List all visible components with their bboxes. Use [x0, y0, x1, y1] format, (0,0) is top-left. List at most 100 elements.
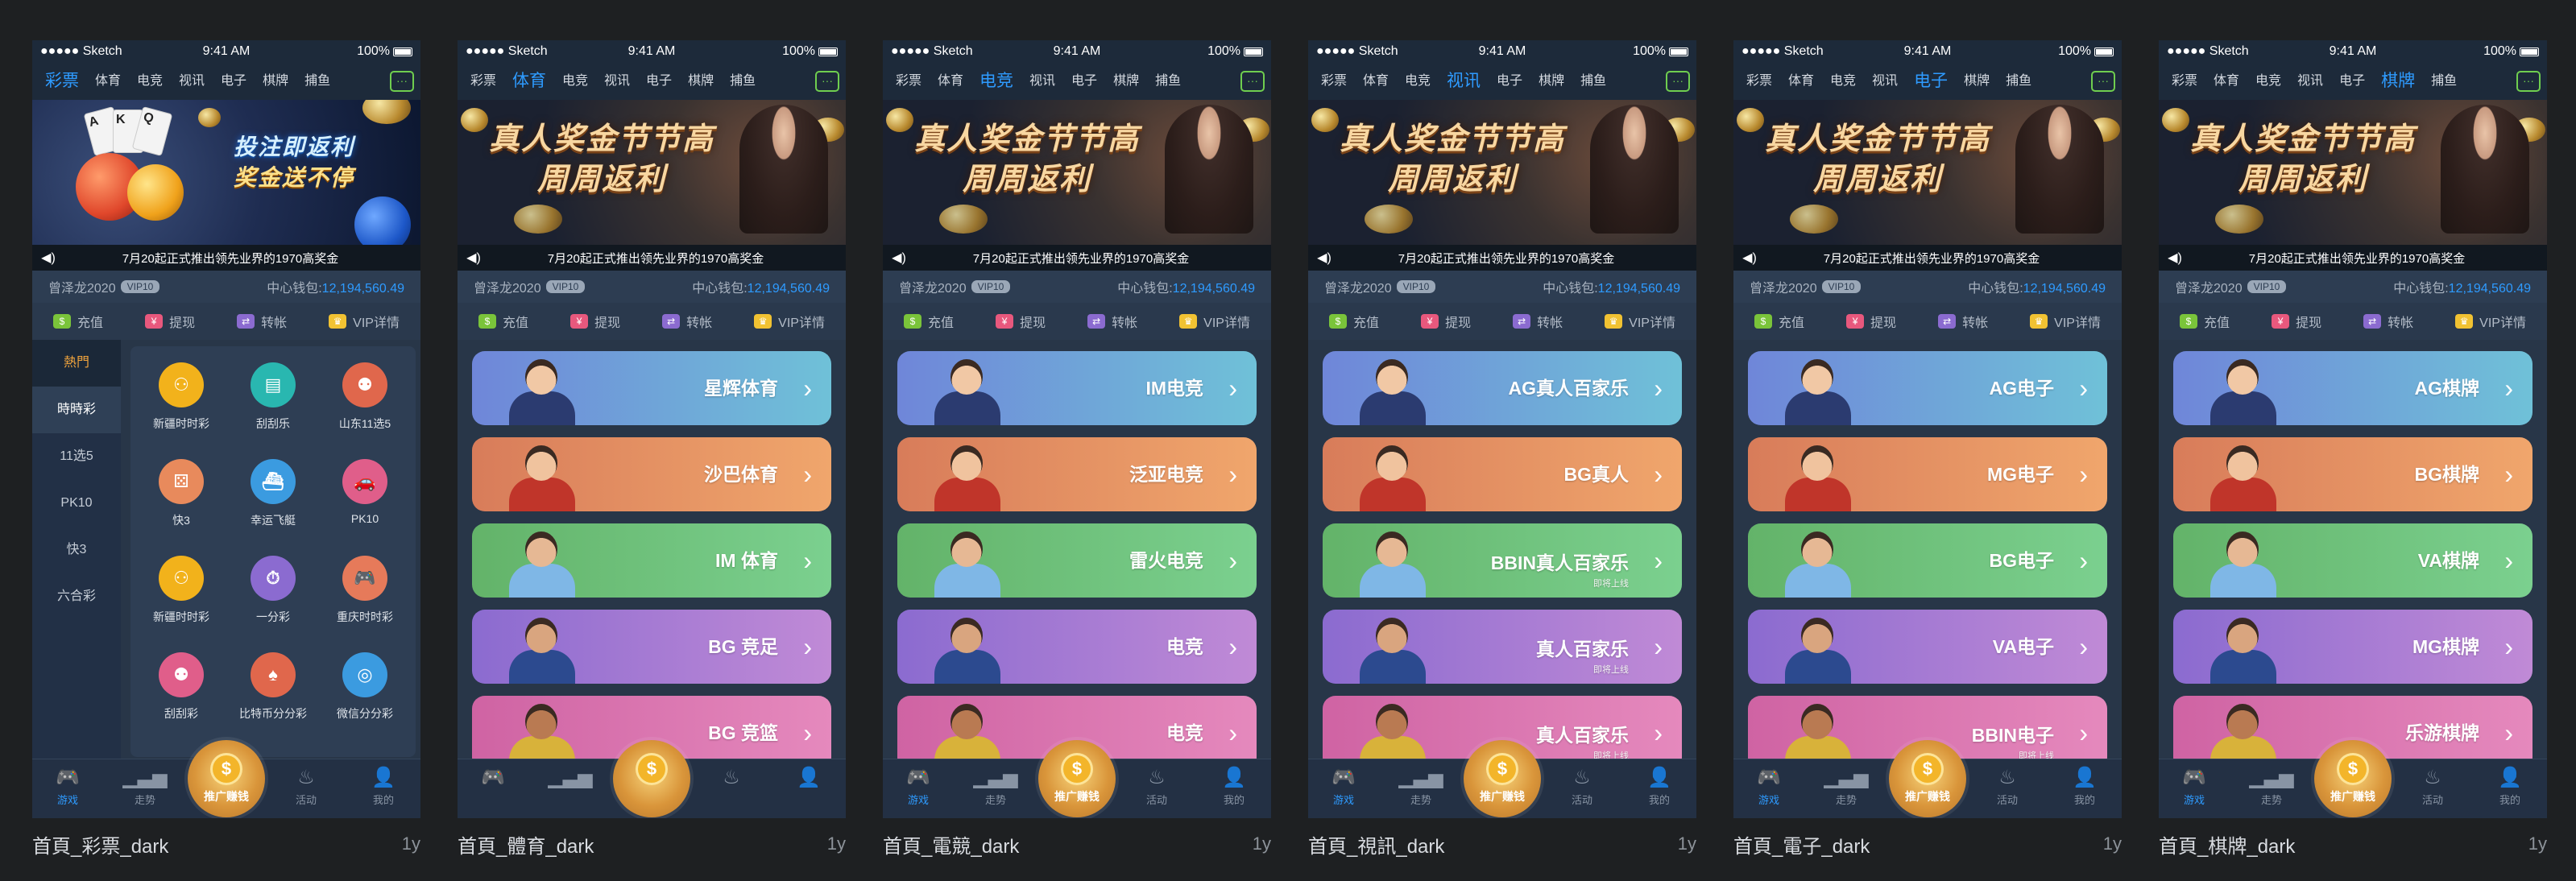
promo-banner[interactable]: 真人奖金节节高 周周返利 — [883, 100, 1271, 245]
lottery-game-10[interactable]: ♠ 比特币分分彩 — [229, 652, 317, 722]
tab-games[interactable]: 🎮 — [461, 764, 525, 792]
tab-events[interactable]: ♨ 活动 — [1550, 764, 1614, 807]
action-0[interactable]: $ 充值 — [1754, 312, 1804, 331]
lottery-game-8[interactable]: 🎮 重庆时时彩 — [321, 556, 409, 625]
chat-icon[interactable]: ··· — [2091, 71, 2115, 92]
tab-6[interactable]: 捕鱼 — [296, 63, 338, 100]
provider-card[interactable]: 沙巴体育 › — [472, 437, 831, 511]
provider-card[interactable]: 真人百家乐 即将上线 › — [1323, 610, 1682, 684]
tab-5[interactable]: 棋牌 — [255, 63, 296, 100]
action-2[interactable]: ⇄ 转帐 — [1513, 312, 1563, 331]
action-2[interactable]: ⇄ 转帐 — [237, 312, 287, 331]
artboard-4[interactable]: ●●●●● Sketch 9:41 AM 100% 彩票 体育 电竞 视讯 电子 棋牌 捕鱼 ···… — [1733, 40, 2122, 881]
tab-me[interactable]: 👤 我的 — [2478, 764, 2542, 807]
action-1[interactable]: ¥ 提现 — [996, 312, 1046, 331]
tab-1[interactable]: 体育 — [2205, 63, 2247, 100]
action-1[interactable]: ¥ 提现 — [1846, 312, 1896, 331]
tab-events[interactable]: ♨ 活动 — [1124, 764, 1189, 807]
tab-me[interactable]: 👤 — [777, 764, 841, 792]
tab-6[interactable]: 捕鱼 — [1572, 63, 1614, 100]
provider-card[interactable]: BBIN真人百家乐 即将上线 › — [1323, 523, 1682, 598]
provider-card[interactable]: VA棋牌 › — [2173, 523, 2533, 598]
tab-0[interactable]: 彩票 — [37, 63, 87, 100]
tab-5[interactable]: 棋牌 — [680, 63, 722, 100]
artboard-1[interactable]: ●●●●● Sketch 9:41 AM 100% 彩票 体育 电竞 视讯 电子 棋牌 捕鱼 ···… — [458, 40, 846, 881]
lottery-game-1[interactable]: ▤ 刮刮乐 — [229, 362, 317, 432]
tab-1[interactable]: 体育 — [504, 63, 554, 100]
promo-earn-button[interactable]: $ 推广赚钱 — [1464, 740, 1541, 817]
tab-5[interactable]: 棋牌 — [1105, 63, 1147, 100]
announcement-bar[interactable]: ◀) 7月20起正式推出领先业界的1970高奖金 — [1308, 245, 1696, 271]
tab-4[interactable]: 电子 — [213, 63, 255, 100]
tab-3[interactable]: 视讯 — [1021, 63, 1063, 100]
tab-6[interactable]: 捕鱼 — [1998, 63, 2040, 100]
side-item-5[interactable]: 六合彩 — [32, 573, 121, 620]
promo-earn-button[interactable]: $ 推广赚钱 — [1038, 740, 1116, 817]
tab-0[interactable]: 彩票 — [462, 63, 504, 100]
action-3[interactable]: ♛ VIP详情 — [754, 312, 825, 331]
tab-trend[interactable]: ▁▃▅ 走势 — [1814, 764, 1878, 807]
tab-4[interactable]: 电子 — [1063, 63, 1105, 100]
provider-card[interactable]: IM电竞 › — [897, 351, 1257, 425]
tab-events[interactable]: ♨ 活动 — [1975, 764, 2040, 807]
provider-card[interactable]: MG棋牌 › — [2173, 610, 2533, 684]
promo-banner[interactable]: 真人奖金节节高 周周返利 — [1733, 100, 2122, 245]
tab-2[interactable]: 电竞 — [1822, 63, 1864, 100]
lottery-game-3[interactable]: ⚄ 快3 — [137, 459, 226, 528]
promo-banner[interactable]: 真人奖金节节高 周周返利 — [1308, 100, 1696, 245]
tab-me[interactable]: 👤 我的 — [1202, 764, 1266, 807]
artboard-0[interactable]: ●●●●● Sketch 9:41 AM 100% 彩票 体育 电竞 视讯 电子 棋牌 捕鱼 ···… — [32, 40, 420, 881]
action-2[interactable]: ⇄ 转帐 — [662, 312, 712, 331]
chat-icon[interactable]: ··· — [390, 71, 414, 92]
action-0[interactable]: $ 充值 — [1329, 312, 1379, 331]
provider-card[interactable]: AG电子 › — [1748, 351, 2107, 425]
lottery-game-2[interactable]: ⚉ 山东11选5 — [321, 362, 409, 432]
provider-card[interactable]: IM 体育 › — [472, 523, 831, 598]
artboard-5[interactable]: ●●●●● Sketch 9:41 AM 100% 彩票 体育 电竞 视讯 电子 棋牌 捕鱼 ···… — [2159, 40, 2547, 881]
announcement-bar[interactable]: ◀) 7月20起正式推出领先业界的1970高奖金 — [1733, 245, 2122, 271]
announcement-bar[interactable]: ◀) 7月20起正式推出领先业界的1970高奖金 — [2159, 245, 2547, 271]
side-item-0[interactable]: 熱門 — [32, 340, 121, 387]
tab-2[interactable]: 电竞 — [554, 63, 596, 100]
provider-card[interactable]: BG棋牌 › — [2173, 437, 2533, 511]
tab-trend[interactable]: ▁▃▅ — [538, 764, 603, 792]
tab-games[interactable]: 🎮 游戏 — [886, 764, 950, 807]
action-3[interactable]: ♛ VIP详情 — [1179, 312, 1250, 331]
provider-card[interactable]: AG真人百家乐 › — [1323, 351, 1682, 425]
tab-1[interactable]: 体育 — [930, 63, 971, 100]
tab-games[interactable]: 🎮 游戏 — [35, 764, 100, 807]
tab-5[interactable]: 棋牌 — [1956, 63, 1998, 100]
action-3[interactable]: ♛ VIP详情 — [2030, 312, 2101, 331]
announcement-bar[interactable]: ◀) 7月20起正式推出领先业界的1970高奖金 — [32, 245, 420, 271]
action-3[interactable]: ♛ VIP详情 — [329, 312, 400, 331]
side-item-3[interactable]: PK10 — [32, 480, 121, 527]
provider-card[interactable]: MG电子 › — [1748, 437, 2107, 511]
tab-2[interactable]: 电竞 — [129, 63, 171, 100]
artboard-title[interactable]: 首頁_電競_dark — [883, 830, 1019, 858]
tab-games[interactable]: 🎮 游戏 — [1737, 764, 1801, 807]
tab-trend[interactable]: ▁▃▅ 走势 — [2239, 764, 2304, 807]
action-1[interactable]: ¥ 提现 — [1421, 312, 1471, 331]
tab-4[interactable]: 电子 — [1489, 63, 1530, 100]
action-2[interactable]: ⇄ 转帐 — [1087, 312, 1137, 331]
tab-4[interactable]: 电子 — [2331, 63, 2373, 100]
action-0[interactable]: $ 充值 — [2180, 312, 2230, 331]
tab-2[interactable]: 电竞 — [2247, 63, 2289, 100]
promo-banner[interactable]: 真人奖金节节高 周周返利 — [458, 100, 846, 245]
tab-trend[interactable]: ▁▃▅ 走势 — [1389, 764, 1453, 807]
tab-1[interactable]: 体育 — [1355, 63, 1397, 100]
action-2[interactable]: ⇄ 转帐 — [2363, 312, 2413, 331]
lottery-game-4[interactable]: ⛴ 幸运飞艇 — [229, 459, 317, 528]
action-3[interactable]: ♛ VIP详情 — [2455, 312, 2526, 331]
promo-earn-button[interactable]: $ 推广赚钱 — [2314, 740, 2392, 817]
tab-me[interactable]: 👤 我的 — [1627, 764, 1692, 807]
artboard-2[interactable]: ●●●●● Sketch 9:41 AM 100% 彩票 体育 电竞 视讯 电子 棋牌 捕鱼 ···… — [883, 40, 1271, 881]
tab-6[interactable]: 捕鱼 — [1147, 63, 1189, 100]
tab-events[interactable]: ♨ 活动 — [274, 764, 338, 807]
tab-2[interactable]: 电竞 — [1397, 63, 1439, 100]
promo-banner[interactable]: 真人奖金节节高 周周返利 — [2159, 100, 2547, 245]
artboard-title[interactable]: 首頁_體育_dark — [458, 830, 594, 858]
announcement-bar[interactable]: ◀) 7月20起正式推出领先业界的1970高奖金 — [883, 245, 1271, 271]
tab-3[interactable]: 视讯 — [596, 63, 638, 100]
tab-0[interactable]: 彩票 — [1313, 63, 1355, 100]
